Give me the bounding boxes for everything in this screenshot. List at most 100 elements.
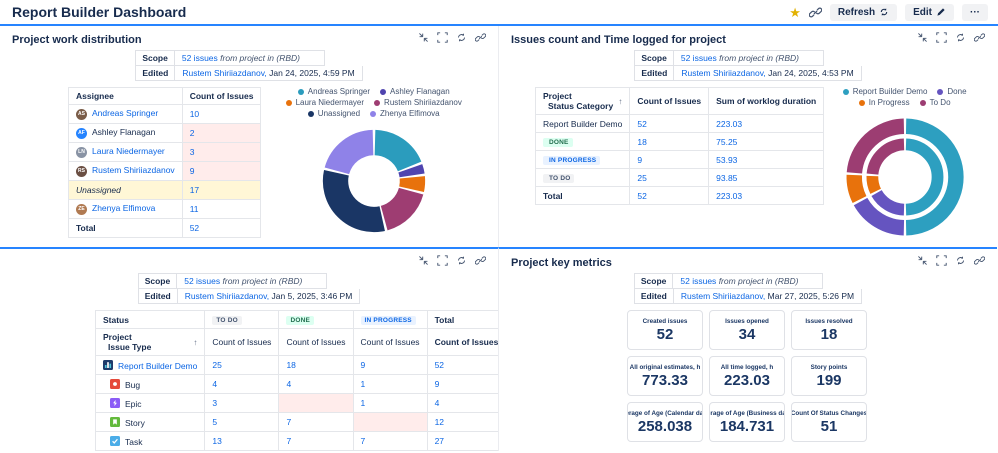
count-link[interactable]: 1 — [361, 379, 366, 389]
minimize-icon[interactable] — [917, 255, 928, 266]
minimize-icon[interactable] — [917, 32, 928, 43]
count-link[interactable]: 9 — [361, 360, 366, 370]
donut-segment-ashley-flanagan[interactable] — [397, 164, 425, 178]
count-link[interactable]: 52 — [435, 360, 444, 370]
assignee-link[interactable]: Laura Niedermayer — [92, 146, 165, 156]
donut-segment-to-do[interactable] — [866, 138, 905, 175]
count-link[interactable]: 10 — [190, 109, 199, 119]
count-link[interactable]: 3 — [190, 147, 195, 157]
worklog-link[interactable]: 53.93 — [716, 155, 737, 165]
legend-item[interactable]: Laura Niedermayer — [285, 98, 364, 107]
donut-segment-report-builder-demo[interactable] — [905, 138, 944, 216]
donut-segment-in-progress[interactable] — [846, 174, 867, 204]
scope-rest: from project in (RBD) — [220, 53, 300, 63]
count-link[interactable]: 5 — [212, 417, 217, 427]
count-link[interactable]: 4 — [286, 379, 291, 389]
count-link[interactable]: 18 — [286, 360, 295, 370]
refresh-icon[interactable] — [456, 255, 467, 266]
more-actions-button[interactable]: ··· — [962, 3, 988, 21]
count-link[interactable]: 13 — [212, 436, 221, 446]
count-link[interactable]: 27 — [435, 436, 444, 446]
fullscreen-icon[interactable] — [437, 32, 448, 43]
assignee-link[interactable]: Andreas Springer — [92, 108, 158, 118]
table-row: Epic 3 1 4 — [94, 393, 498, 413]
donut-segment-rustem-shiriiazdanov[interactable] — [379, 187, 424, 231]
donut-segment-andreas-springer[interactable] — [373, 129, 422, 172]
count-link[interactable]: 25 — [212, 360, 221, 370]
total-header: Total — [426, 310, 498, 329]
count-link[interactable]: 4 — [212, 379, 217, 389]
legend-item[interactable]: Unassigned — [307, 109, 360, 118]
edit-button[interactable]: Edit — [905, 3, 954, 21]
count-link[interactable]: 7 — [361, 436, 366, 446]
assignee-link[interactable]: Zhenya Elfimova — [92, 203, 155, 213]
share-link-icon[interactable] — [808, 6, 822, 19]
fullscreen-icon[interactable] — [437, 255, 448, 266]
minimize-icon[interactable] — [418, 32, 429, 43]
worklog-link[interactable]: 75.25 — [716, 137, 737, 147]
count-link[interactable]: 7 — [286, 417, 291, 427]
legend-item[interactable]: Done — [937, 87, 967, 96]
edited-user-link[interactable]: Rustem Shiriiazdanov, — [681, 68, 765, 78]
count-link[interactable]: 9 — [637, 155, 642, 165]
refresh-icon[interactable] — [955, 255, 966, 266]
refresh-icon[interactable] — [456, 32, 467, 43]
count-link[interactable]: 2 — [190, 128, 195, 138]
link-icon[interactable] — [974, 255, 985, 266]
edited-user-link[interactable]: Rustem Shiriiazdanov, — [185, 291, 269, 301]
total-worklog-link[interactable]: 223.03 — [716, 191, 742, 201]
count-link[interactable]: 12 — [435, 417, 444, 427]
edited-user-link[interactable]: Rustem Shiriiazdanov, — [681, 291, 765, 301]
donut-segment-zhenya-elfimova[interactable] — [324, 129, 374, 175]
count-link[interactable]: 3 — [212, 398, 217, 408]
donut-segment-in-progress[interactable] — [866, 175, 881, 194]
count-link[interactable]: 18 — [637, 137, 646, 147]
count-link[interactable]: 52 — [637, 119, 646, 129]
donut-segment-laura-niedermayer[interactable] — [398, 176, 425, 192]
count-link[interactable]: 9 — [190, 166, 195, 176]
count-link[interactable]: 9 — [435, 379, 440, 389]
count-link[interactable]: 11 — [190, 204, 199, 214]
legend-dot-icon — [307, 110, 314, 117]
count-link[interactable]: 1 — [361, 398, 366, 408]
legend-item[interactable]: Rustem Shiriiazdanov — [374, 98, 462, 107]
legend-item[interactable]: Zhenya Elfimova — [370, 109, 440, 118]
scope-issues-link[interactable]: 52 issues — [681, 53, 717, 63]
worklog-link[interactable]: 93.85 — [716, 173, 737, 183]
legend-item[interactable]: Ashley Flanagan — [380, 87, 450, 96]
sort-ascending-icon[interactable]: ↑ — [618, 97, 622, 106]
empty-cell — [352, 412, 428, 432]
legend-item[interactable]: To Do — [919, 98, 951, 107]
metric-card: Average of Age (Calendar days) 258.038 — [627, 402, 703, 442]
scope-issues-link[interactable]: 52 issues — [680, 276, 716, 286]
total-count-link[interactable]: 52 — [637, 191, 646, 201]
edited-user-link[interactable]: Rustem Shiriiazdanov, — [182, 68, 266, 78]
scope-issues-link[interactable]: 52 issues — [182, 53, 218, 63]
refresh-icon[interactable] — [955, 32, 966, 43]
link-icon[interactable] — [475, 255, 486, 266]
legend-item[interactable]: Report Builder Demo — [842, 87, 927, 96]
favorite-star-icon[interactable]: ★ — [789, 6, 801, 19]
assignee-link[interactable]: Rustem Shiriiazdanov — [92, 165, 175, 175]
legend-item[interactable]: In Progress — [858, 98, 910, 107]
donut-segment-done[interactable] — [871, 189, 905, 216]
worklog-link[interactable]: 223.03 — [716, 119, 742, 129]
legend-item[interactable]: Andreas Springer — [297, 87, 370, 96]
total-count-link[interactable]: 52 — [190, 223, 199, 233]
minimize-icon[interactable] — [418, 255, 429, 266]
count-link[interactable]: 25 — [637, 173, 646, 183]
link-icon[interactable] — [974, 32, 985, 43]
refresh-button[interactable]: Refresh — [829, 3, 898, 21]
fullscreen-icon[interactable] — [936, 255, 947, 266]
project-link[interactable]: Report Builder Demo — [118, 361, 197, 371]
metric-card: Count Of Status Changes 51 — [791, 402, 867, 442]
count-link[interactable]: 7 — [286, 436, 291, 446]
count-link[interactable]: 4 — [435, 398, 440, 408]
donut-segment-unassigned[interactable] — [322, 170, 385, 233]
scope-issues-link[interactable]: 52 issues — [184, 276, 220, 286]
fullscreen-icon[interactable] — [936, 32, 947, 43]
metric-label: Count Of Status Changes — [791, 410, 867, 417]
link-icon[interactable] — [475, 32, 486, 43]
count-link[interactable]: 17 — [190, 185, 199, 195]
sort-ascending-icon[interactable]: ↑ — [193, 338, 197, 347]
